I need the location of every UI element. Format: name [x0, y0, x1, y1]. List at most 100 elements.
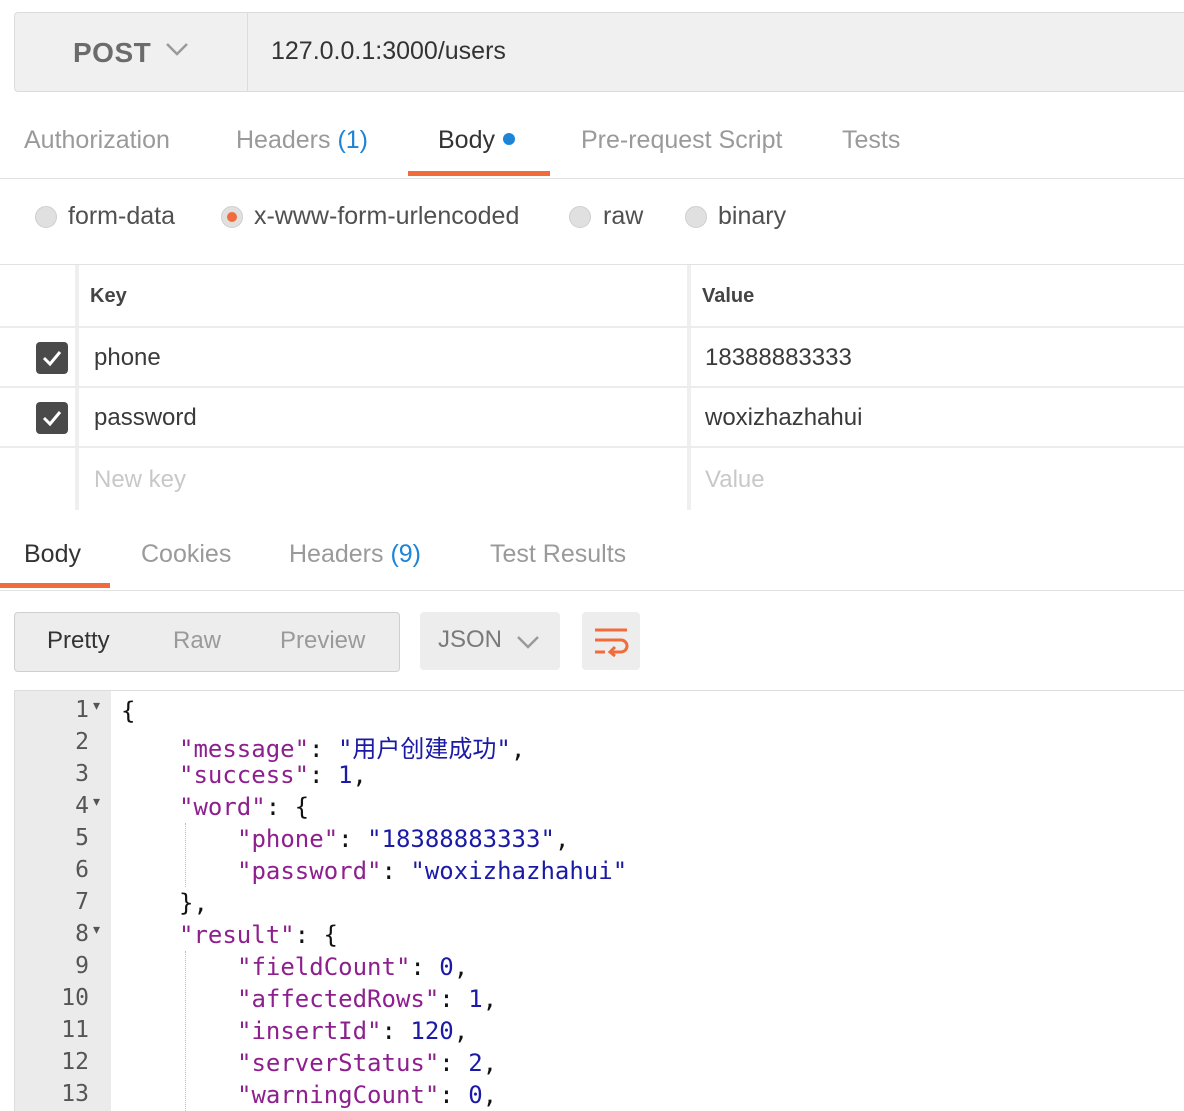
line-number: 2 — [75, 729, 89, 755]
tab-label: Headers — [236, 126, 331, 154]
tab-label: Tests — [842, 126, 901, 154]
code-line: 4 ▾ "word": { — [15, 791, 1184, 823]
line-number: 5 — [75, 825, 89, 851]
code-line: 8 ▾ "result": { — [15, 919, 1184, 951]
tab-headers[interactable]: Headers (1) — [236, 126, 368, 155]
checkmark-icon — [42, 351, 62, 367]
radio-binary[interactable] — [685, 206, 707, 228]
code-text: "serverStatus": 2, — [237, 1049, 498, 1077]
tab-label: Body — [438, 126, 495, 154]
format-label: JSON — [438, 626, 503, 653]
headers-count: (9) — [390, 540, 422, 568]
row-enabled-checkbox[interactable] — [36, 402, 68, 434]
raw-button[interactable]: Raw — [173, 627, 221, 655]
method-label: POST — [73, 37, 152, 68]
radio-x-www-form-urlencoded[interactable] — [221, 206, 243, 228]
radio-raw[interactable] — [569, 206, 591, 228]
code-text: "success": 1, — [179, 761, 367, 789]
tab-authorization[interactable]: Authorization — [24, 126, 170, 155]
tab-label: Body — [24, 540, 81, 568]
value-input[interactable]: 18388883333 — [705, 344, 852, 372]
code-line: 9 "fieldCount": 0, — [15, 951, 1184, 983]
response-body-editor[interactable]: 1 ▾{2 "message": "用户创建成功", 3 "success": 1, 4 ▾… — [14, 690, 1184, 1111]
code-line: 3 "success": 1, — [15, 759, 1184, 791]
radio-form-data[interactable] — [35, 206, 57, 228]
code-line: 10 "affectedRows": 1, — [15, 983, 1184, 1015]
key-input[interactable]: phone — [94, 344, 161, 372]
key-column-header: Key — [90, 285, 127, 307]
tab-body[interactable]: Body — [438, 126, 515, 155]
wrap-lines-icon — [595, 628, 629, 657]
value-column-header: Value — [702, 285, 755, 307]
new-key-input[interactable]: New key — [94, 466, 186, 494]
code-line: 13 "warningCount": 0, — [15, 1079, 1184, 1111]
tab-label: Authorization — [24, 126, 170, 154]
indent-guide — [185, 823, 186, 887]
url-bar: POST 127.0.0.1:3000/users — [14, 12, 1184, 92]
checkmark-icon — [42, 411, 62, 427]
headers-count: (1) — [337, 126, 369, 154]
code-text: "result": { — [179, 921, 338, 949]
row-enabled-checkbox[interactable] — [36, 342, 68, 374]
response-tab-headers[interactable]: Headers (9) — [289, 540, 421, 569]
value-input[interactable]: woxizhazhahui — [705, 404, 862, 432]
code-text: "word": { — [179, 793, 310, 821]
table-row: phone 18388883333 — [0, 328, 1184, 388]
line-number: 6 — [75, 857, 89, 883]
response-tab-cookies[interactable]: Cookies — [141, 540, 231, 569]
fold-toggle-icon[interactable]: ▾ — [93, 697, 100, 714]
code-line: 2 "message": "用户创建成功", — [15, 727, 1184, 763]
response-tab-body[interactable]: Body — [24, 540, 81, 569]
fold-toggle-icon[interactable]: ▾ — [93, 921, 100, 938]
line-number: 8 — [75, 921, 89, 947]
body-mode-radios: form-data x-www-form-urlencoded raw bina… — [0, 178, 1184, 265]
indent-guide — [185, 951, 186, 1111]
chevron-down-icon — [517, 636, 539, 649]
code-line: 12 "serverStatus": 2, — [15, 1047, 1184, 1079]
code-line: 1 ▾ { — [15, 695, 1184, 727]
line-number: 1 — [75, 697, 89, 723]
pretty-button[interactable]: Pretty — [47, 627, 110, 655]
line-number: 7 — [75, 889, 89, 915]
wrap-lines-button[interactable] — [582, 612, 640, 670]
radio-label: x-www-form-urlencoded — [254, 202, 520, 230]
tab-label: Cookies — [141, 540, 232, 568]
new-value-input[interactable]: Value — [705, 466, 765, 494]
response-tabs: Body Cookies Headers (9) Test Results — [0, 512, 1184, 591]
key-input[interactable]: password — [94, 404, 197, 432]
code-text: "phone": "18388883333", — [237, 825, 570, 853]
table-row: password woxizhazhahui — [0, 388, 1184, 448]
radio-label: binary — [718, 202, 787, 230]
code-line: 7}, — [15, 887, 1184, 919]
line-number: 10 — [61, 985, 89, 1011]
line-number: 12 — [61, 1049, 89, 1075]
code-text: "password": "woxizhazhahui" — [237, 857, 628, 885]
method-select[interactable]: POST — [15, 13, 248, 91]
url-input[interactable]: 127.0.0.1:3000/users — [271, 37, 506, 66]
preview-button[interactable]: Preview — [280, 627, 365, 655]
radio-label: form-data — [68, 202, 175, 230]
response-tab-test-results[interactable]: Test Results — [490, 540, 626, 569]
tab-pre-request-script[interactable]: Pre-request Script — [581, 126, 782, 155]
view-mode-group: Pretty Raw Preview — [14, 612, 400, 672]
code-text: "fieldCount": 0, — [237, 953, 469, 981]
radio-label: raw — [603, 202, 644, 230]
line-number: 13 — [61, 1081, 89, 1107]
code-line: 6 "password": "woxizhazhahui" — [15, 855, 1184, 887]
fold-toggle-icon[interactable]: ▾ — [93, 793, 100, 810]
active-tab-indicator — [408, 171, 550, 176]
code-text: "insertId": 120, — [237, 1017, 469, 1045]
code-line: 5 "phone": "18388883333", — [15, 823, 1184, 855]
line-number: 4 — [75, 793, 89, 819]
table-header-row: Key Value — [0, 265, 1184, 328]
active-tab-indicator — [0, 583, 110, 588]
code-text: "affectedRows": 1, — [237, 985, 498, 1013]
format-select[interactable]: JSON — [420, 612, 560, 670]
tab-tests[interactable]: Tests — [842, 126, 900, 155]
code-text: }, — [179, 889, 208, 917]
tab-label: Pre-request Script — [581, 126, 783, 154]
tab-label: Test Results — [490, 540, 627, 568]
tab-label: Headers — [289, 540, 384, 568]
line-number: 9 — [75, 953, 89, 979]
params-table: Key Value phone 18388883333 password wox… — [0, 265, 1184, 510]
